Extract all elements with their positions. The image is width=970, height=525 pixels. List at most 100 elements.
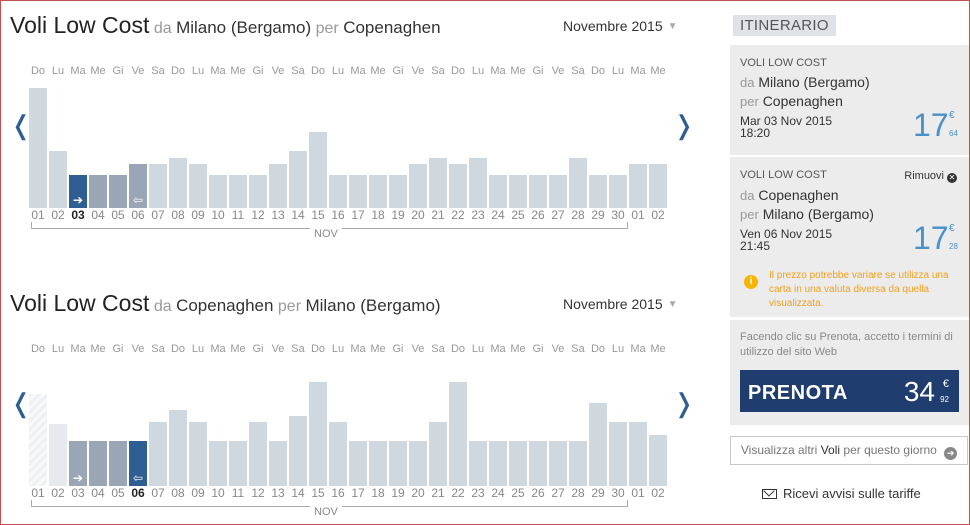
date-label[interactable]: 21 — [428, 208, 448, 222]
date-label[interactable]: 13 — [268, 208, 288, 222]
price-bar[interactable]: ➔ — [69, 175, 87, 208]
date-label[interactable]: 14 — [288, 208, 308, 222]
date-label[interactable]: 02 — [48, 208, 68, 222]
date-label[interactable]: 06 — [128, 486, 148, 500]
date-label[interactable]: 05 — [108, 208, 128, 222]
date-label[interactable]: 18 — [368, 486, 388, 500]
price-bar[interactable] — [89, 175, 107, 208]
date-label[interactable]: 07 — [148, 208, 168, 222]
price-bar[interactable] — [169, 158, 187, 208]
next-arrow-icon[interactable]: ❭ — [673, 110, 695, 140]
date-label[interactable]: 04 — [88, 208, 108, 222]
price-bar[interactable] — [489, 175, 507, 208]
price-bar[interactable] — [349, 175, 367, 208]
date-label[interactable]: 11 — [228, 486, 248, 500]
price-bar[interactable] — [369, 441, 387, 486]
date-label[interactable]: 25 — [508, 486, 528, 500]
date-label[interactable]: 15 — [308, 208, 328, 222]
price-bar[interactable]: ➔ — [69, 441, 87, 486]
date-label[interactable]: 14 — [288, 486, 308, 500]
price-bar[interactable] — [509, 441, 527, 486]
date-label[interactable]: 03 — [68, 486, 88, 500]
date-label[interactable]: 30 — [608, 208, 628, 222]
price-bar[interactable] — [569, 158, 587, 208]
date-label[interactable]: 26 — [528, 208, 548, 222]
price-bar[interactable] — [649, 435, 667, 486]
date-label[interactable]: 18 — [368, 208, 388, 222]
date-label[interactable]: 12 — [248, 208, 268, 222]
prev-arrow-icon[interactable]: ❬ — [10, 388, 32, 418]
date-label[interactable]: 02 — [648, 486, 668, 500]
price-bar[interactable] — [469, 158, 487, 208]
price-bar[interactable] — [329, 422, 347, 486]
date-label[interactable]: 30 — [608, 486, 628, 500]
price-bar[interactable] — [409, 441, 427, 486]
date-label[interactable]: 19 — [388, 486, 408, 500]
date-label[interactable]: 12 — [248, 486, 268, 500]
price-bar[interactable] — [49, 424, 67, 486]
price-bar[interactable] — [549, 441, 567, 486]
date-label[interactable]: 04 — [88, 486, 108, 500]
date-label[interactable]: 09 — [188, 486, 208, 500]
date-label[interactable]: 28 — [568, 486, 588, 500]
book-button[interactable]: PRENOTA 34 € 92 — [740, 370, 959, 412]
date-label[interactable]: 01 — [28, 486, 48, 500]
date-label[interactable]: 28 — [568, 208, 588, 222]
date-label[interactable]: 29 — [588, 486, 608, 500]
price-bar[interactable] — [469, 441, 487, 486]
price-bar[interactable] — [229, 441, 247, 486]
price-bar[interactable] — [269, 441, 287, 486]
date-label[interactable]: 06 — [128, 208, 148, 222]
price-bar[interactable] — [209, 441, 227, 486]
price-bar[interactable] — [589, 175, 607, 208]
price-bar[interactable]: ⇦ — [129, 441, 147, 486]
price-bar[interactable] — [289, 416, 307, 486]
remove-button[interactable]: Rimuovi ✕ — [904, 170, 957, 183]
price-bar[interactable] — [549, 175, 567, 208]
price-bar[interactable] — [429, 422, 447, 486]
price-bar[interactable] — [209, 175, 227, 208]
next-arrow-icon[interactable]: ❭ — [673, 388, 695, 418]
price-bar[interactable] — [329, 175, 347, 208]
price-bar[interactable] — [369, 175, 387, 208]
price-bar[interactable] — [449, 164, 467, 208]
price-bar[interactable] — [529, 175, 547, 208]
price-bar[interactable] — [249, 175, 267, 208]
date-label[interactable]: 23 — [468, 208, 488, 222]
price-bar[interactable] — [149, 164, 167, 208]
date-label[interactable]: 13 — [268, 486, 288, 500]
price-bar[interactable] — [569, 441, 587, 486]
date-label[interactable]: 10 — [208, 208, 228, 222]
price-bar[interactable] — [229, 175, 247, 208]
date-label[interactable]: 16 — [328, 208, 348, 222]
price-bar[interactable] — [269, 164, 287, 208]
date-label[interactable]: 21 — [428, 486, 448, 500]
price-bar[interactable] — [389, 441, 407, 486]
price-bar[interactable] — [249, 422, 267, 486]
price-bar[interactable] — [29, 88, 47, 208]
date-label[interactable]: 16 — [328, 486, 348, 500]
price-bar[interactable] — [449, 382, 467, 486]
price-bar[interactable] — [389, 175, 407, 208]
date-label[interactable]: 22 — [448, 208, 468, 222]
date-label[interactable]: 08 — [168, 208, 188, 222]
date-label[interactable]: 01 — [628, 486, 648, 500]
price-bar[interactable] — [169, 410, 187, 486]
price-bar[interactable] — [309, 382, 327, 486]
date-label[interactable]: 24 — [488, 208, 508, 222]
price-bar[interactable] — [89, 441, 107, 486]
price-bar[interactable] — [149, 422, 167, 486]
price-bar[interactable] — [609, 422, 627, 486]
price-bar[interactable] — [649, 164, 667, 208]
price-bar[interactable] — [289, 151, 307, 208]
date-label[interactable]: 05 — [108, 486, 128, 500]
price-bar[interactable] — [189, 164, 207, 208]
date-label[interactable]: 02 — [48, 486, 68, 500]
date-label[interactable]: 17 — [348, 486, 368, 500]
price-bar[interactable] — [189, 422, 207, 486]
date-label[interactable]: 15 — [308, 486, 328, 500]
price-bar[interactable] — [509, 175, 527, 208]
date-label[interactable]: 11 — [228, 208, 248, 222]
price-bar[interactable] — [309, 132, 327, 208]
price-bar[interactable] — [529, 441, 547, 486]
